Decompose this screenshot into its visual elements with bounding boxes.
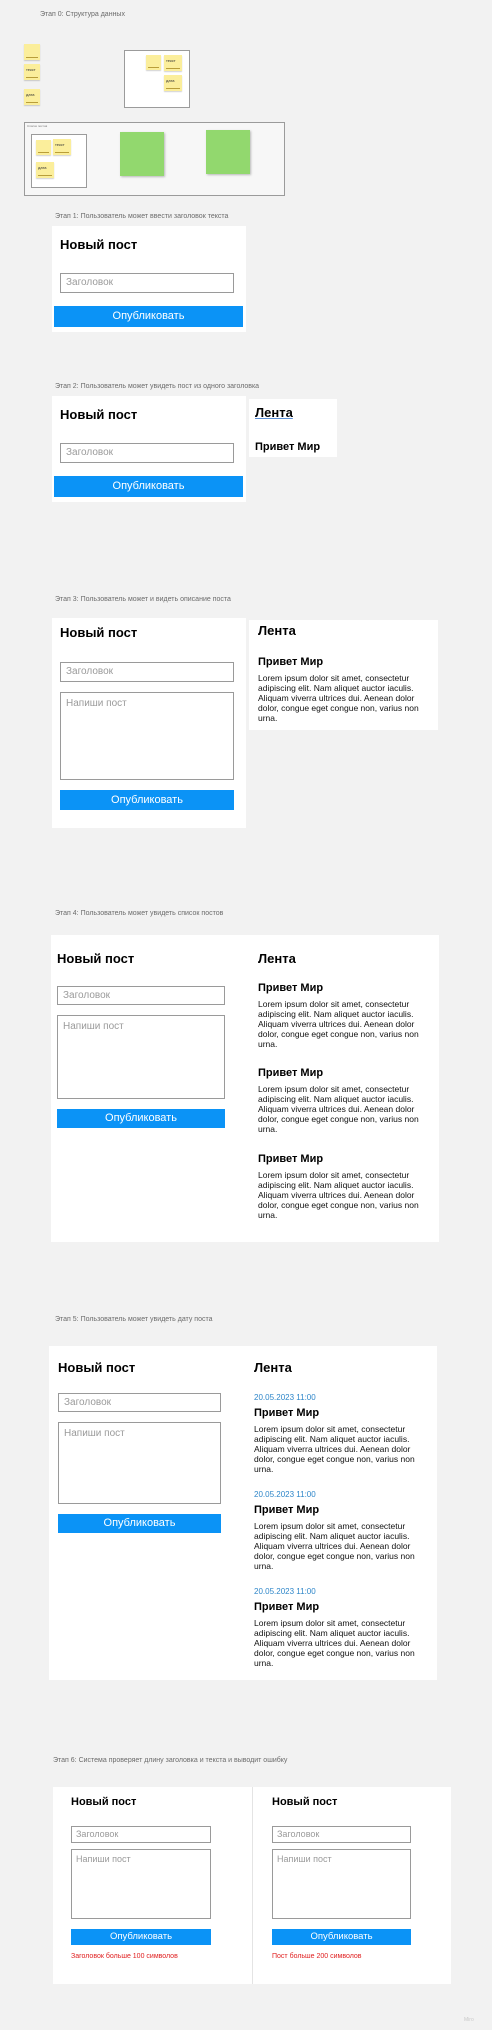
sticky-note-date: дата <box>164 75 182 91</box>
post-body: Lorem ipsum dolor sit amet, consectetur … <box>258 673 419 723</box>
post-body: Lorem ipsum dolor sit amet, consectetur … <box>258 999 419 1049</box>
post-title: Привет Мир <box>258 1067 324 1079</box>
title-input[interactable]: Заголовок <box>60 443 234 463</box>
body-input[interactable]: Напиши пост <box>60 692 234 780</box>
body-length-error: Пост больше 200 символов <box>272 1953 362 1960</box>
title-input[interactable]: Заголовок <box>57 986 225 1005</box>
post-group-collapsed <box>206 130 250 174</box>
title-input[interactable]: Заголовок <box>272 1826 411 1843</box>
publish-button[interactable]: Опубликовать <box>54 476 243 497</box>
post-title: Привет Мир <box>258 1153 324 1165</box>
stage-5-caption: Этап 5: Пользователь может увидеть дату … <box>55 1316 213 1323</box>
body-input[interactable]: Напиши пост <box>58 1422 221 1504</box>
feed-title: Лента <box>258 951 296 966</box>
publish-button[interactable]: Опубликовать <box>54 306 243 327</box>
post-title: Привет Мир <box>258 982 324 994</box>
sticky-note-title: текст <box>164 55 182 71</box>
form-title: Новый пост <box>272 1796 338 1808</box>
form-title: Новый пост <box>71 1796 137 1808</box>
form-title: Новый пост <box>60 625 138 640</box>
title-input[interactable]: Заголовок <box>71 1826 211 1843</box>
form-title: Новый пост <box>58 1360 136 1375</box>
title-input[interactable]: Заголовок <box>60 662 234 682</box>
sticky-note <box>36 140 51 155</box>
stage-1-caption: Этап 1: Пользователь может ввести заголо… <box>55 213 229 220</box>
sticky-note-title: текст <box>24 64 40 80</box>
form-title: Новый пост <box>57 951 135 966</box>
post-date: 20.05.2023 11:00 <box>254 1587 316 1596</box>
post-body: Lorem ipsum dolor sit amet, consectetur … <box>254 1424 415 1474</box>
post-body: Lorem ipsum dolor sit amet, consectetur … <box>258 1170 419 1220</box>
post-title: Привет Мир <box>255 441 321 453</box>
feed-title: Лента <box>258 623 296 638</box>
publish-button[interactable]: Опубликовать <box>272 1929 411 1945</box>
post-body: Lorem ipsum dolor sit amet, consectetur … <box>254 1618 415 1668</box>
sticky-note-date: дата <box>24 89 40 105</box>
corner-watermark: Miro <box>464 2017 474 2023</box>
post-date: 20.05.2023 11:00 <box>254 1393 316 1402</box>
stage-6-caption: Этап 6: Система проверяет длину заголовк… <box>53 1757 288 1764</box>
stage-2-caption: Этап 2: Пользователь может увидеть пост … <box>55 383 260 390</box>
post-title: Привет Мир <box>254 1407 320 1419</box>
sticky-note-date: дата <box>36 162 54 178</box>
feed-title: Лента <box>254 1360 292 1375</box>
stage-4-caption: Этап 4: Пользователь может увидеть списо… <box>55 910 224 917</box>
body-input[interactable]: Напиши пост <box>272 1849 411 1919</box>
form-title: Новый пост <box>60 407 138 422</box>
form-title: Новый пост <box>60 237 138 252</box>
body-input[interactable]: Напиши пост <box>57 1015 225 1099</box>
title-input[interactable]: Заголовок <box>60 273 234 293</box>
body-input[interactable]: Напиши пост <box>71 1849 211 1919</box>
publish-button[interactable]: Опубликовать <box>60 790 234 810</box>
stage-0-caption: Этап 0: Структура данных <box>40 11 125 18</box>
publish-button[interactable]: Опубликовать <box>57 1109 225 1128</box>
post-body: Lorem ipsum dolor sit amet, consectetur … <box>258 1084 419 1134</box>
post-body: Lorem ipsum dolor sit amet, consectetur … <box>254 1521 415 1571</box>
post-title: Привет Мир <box>254 1601 320 1613</box>
title-input[interactable]: Заголовок <box>58 1393 221 1412</box>
title-length-error: Заголовок больше 100 символов <box>71 1953 178 1960</box>
post-list-label: Список постов <box>27 124 48 128</box>
board-divider <box>252 1787 253 1984</box>
publish-button[interactable]: Опубликовать <box>58 1514 221 1533</box>
post-title: Привет Мир <box>258 656 324 668</box>
post-title: Привет Мир <box>254 1504 320 1516</box>
sticky-note-title: текст <box>53 139 71 155</box>
sticky-note <box>146 55 161 70</box>
stage-3-caption: Этап 3: Пользователь может и видеть опис… <box>55 596 231 603</box>
sticky-note <box>24 44 40 60</box>
publish-button[interactable]: Опубликовать <box>71 1929 211 1945</box>
post-date: 20.05.2023 11:00 <box>254 1490 316 1499</box>
feed-title: Лента <box>255 405 293 420</box>
post-group-collapsed <box>120 132 164 176</box>
